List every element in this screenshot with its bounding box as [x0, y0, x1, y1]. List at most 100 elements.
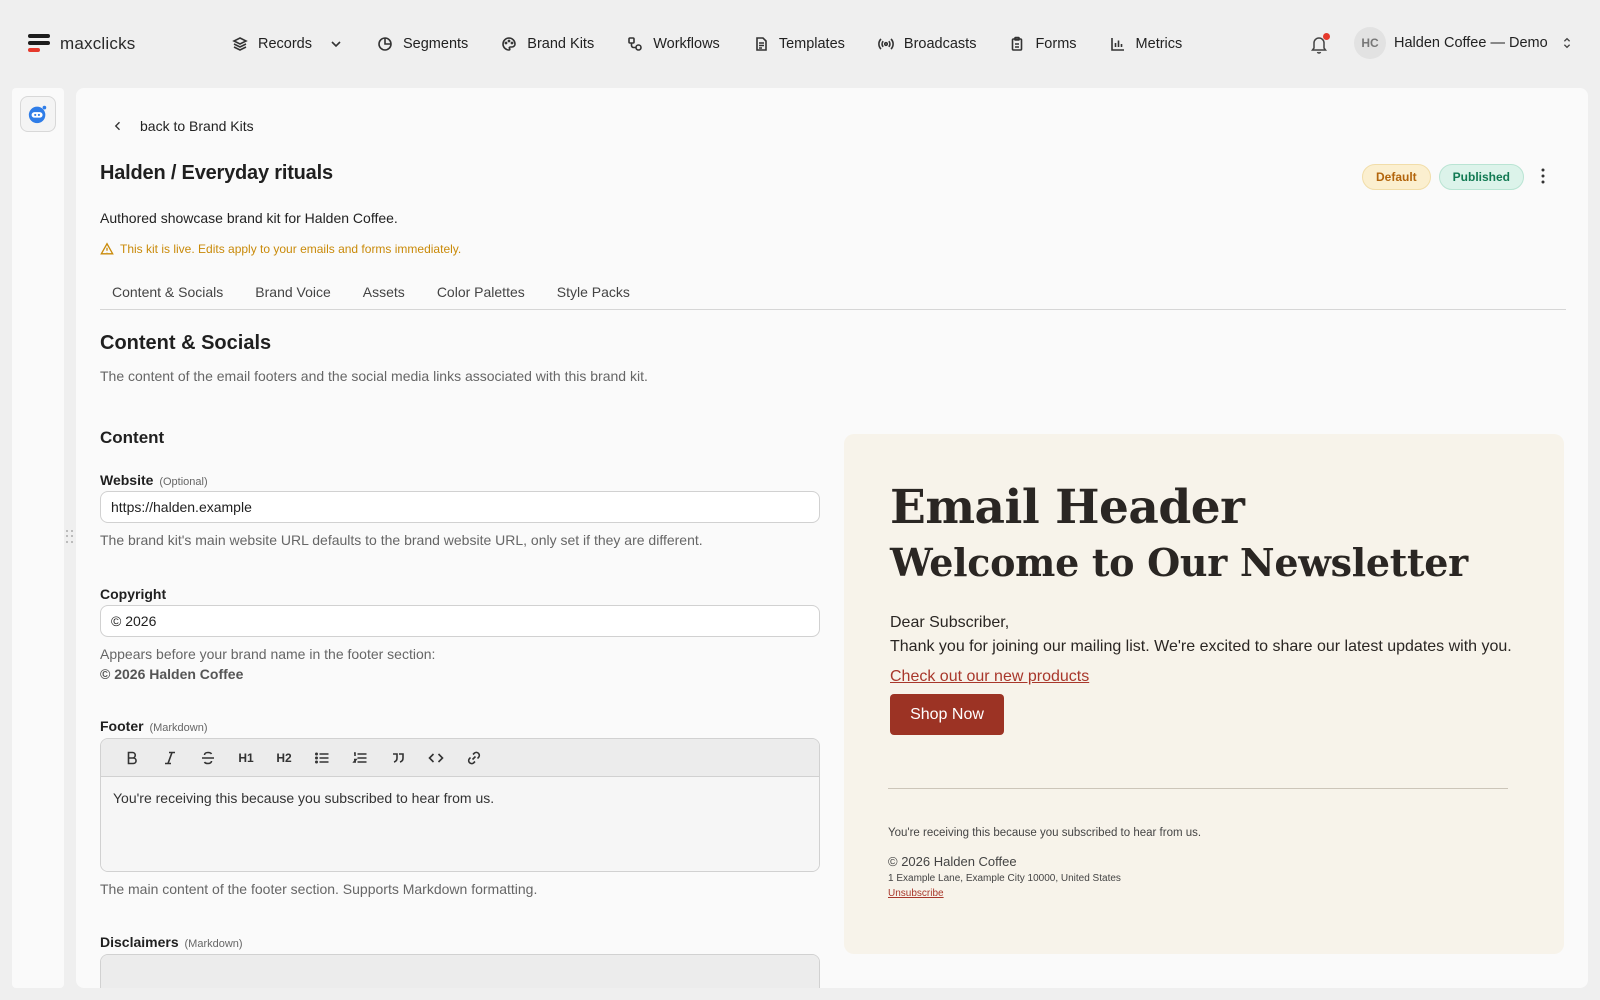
code-icon — [428, 752, 444, 763]
chevron-left-icon — [114, 121, 120, 131]
document-icon — [756, 37, 767, 51]
tab-brand-voice[interactable]: Brand Voice — [243, 274, 343, 309]
numbered-list-icon — [352, 751, 367, 763]
preview-copyright: © 2026 Halden Coffee — [888, 854, 1017, 869]
status-badges: Default Published — [1362, 164, 1525, 190]
code-button[interactable] — [417, 744, 455, 772]
nav-records[interactable]: Records — [232, 32, 344, 56]
heading1-button[interactable]: H1 — [227, 744, 265, 772]
more-options-button[interactable] — [1536, 166, 1550, 186]
chevron-updown-icon — [1563, 37, 1570, 49]
app-logo[interactable]: maxclicks — [28, 34, 135, 54]
copyright-label: Copyright — [100, 586, 166, 602]
warning-icon — [100, 242, 114, 255]
bot-icon — [28, 105, 47, 124]
nav-label: Brand Kits — [527, 36, 595, 52]
disclaimers-editor — [100, 954, 820, 988]
bullet-list-icon — [314, 751, 329, 764]
section-title: Content & Socials — [100, 332, 272, 354]
account-switcher[interactable]: HC Halden Coffee — Demo — [1354, 27, 1574, 59]
published-badge: Published — [1438, 164, 1525, 190]
nav-workflows[interactable]: Workflows — [627, 32, 720, 56]
tab-color-palettes[interactable]: Color Palettes — [425, 274, 537, 309]
preview-address: 1 Example Lane, Example City 10000, Unit… — [888, 873, 1121, 884]
nav-templates[interactable]: Templates — [753, 32, 845, 56]
notification-dot — [1323, 33, 1330, 40]
italic-button[interactable] — [151, 744, 189, 772]
nav-metrics[interactable]: Metrics — [1110, 32, 1183, 56]
optional-tag: (Optional) — [159, 476, 208, 488]
email-preview: Email Header Welcome to Our Newsletter D… — [844, 434, 1564, 954]
chevron-down-icon[interactable] — [328, 36, 344, 52]
section-subtitle: The content of the email footers and the… — [100, 368, 648, 384]
website-label: Website (Optional) — [100, 472, 208, 488]
pie-icon — [378, 37, 392, 51]
copyright-example-text: © 2026 Halden Coffee — [100, 666, 244, 682]
preview-link[interactable]: Check out our new products — [890, 668, 1089, 686]
markdown-tag: (Markdown) — [184, 938, 243, 950]
nav-label: Broadcasts — [903, 36, 977, 52]
nav-label: Forms — [1035, 36, 1077, 52]
bullet-list-button[interactable] — [303, 744, 341, 772]
nav-label: Workflows — [653, 36, 720, 52]
numbered-list-button[interactable] — [341, 744, 379, 772]
website-input[interactable]: https://halden.example — [100, 491, 820, 523]
heading2-button[interactable]: H2 — [265, 744, 303, 772]
copyright-label-text: Copyright — [100, 586, 167, 602]
default-badge: Default — [1362, 164, 1431, 190]
website-label-text: Website — [100, 472, 154, 488]
copyright-example: © 2026 Halden Coffee — [100, 666, 243, 682]
notifications-button[interactable] — [1310, 33, 1330, 54]
nav-broadcasts[interactable]: Broadcasts — [878, 32, 977, 56]
unsubscribe-link[interactable]: Unsubscribe — [888, 888, 944, 899]
preview-footer-text: You're receiving this because you subscr… — [888, 827, 1202, 839]
page-title: Halden / Everyday rituals — [100, 162, 333, 184]
account-name: Halden Coffee — Demo — [1394, 35, 1548, 51]
kit-description: Authored showcase brand kit for Halden C… — [100, 210, 398, 226]
copyright-help: Appears before your brand name in the fo… — [100, 646, 436, 662]
website-help: The brand kit's main website URL default… — [100, 532, 703, 548]
assistant-button[interactable] — [20, 96, 56, 132]
footer-editor-content[interactable]: You're receiving this because you subscr… — [101, 777, 819, 871]
shop-now-button[interactable]: Shop Now — [890, 694, 1004, 735]
broadcast-icon — [878, 38, 894, 50]
footer-help: The main content of the footer section. … — [100, 881, 538, 897]
editor-toolbar — [101, 955, 819, 988]
bold-icon — [127, 751, 137, 764]
copyright-input[interactable]: © 2026 — [100, 605, 820, 637]
quote-button[interactable] — [379, 744, 417, 772]
tab-style-packs[interactable]: Style Packs — [545, 274, 642, 309]
main-nav: Records Segments Brand Kits Workflows Te… — [232, 32, 1215, 56]
disclaimers-label-text: Disclaimers — [100, 934, 179, 950]
quote-icon — [393, 752, 404, 763]
strikethrough-button[interactable] — [189, 744, 227, 772]
link-button[interactable] — [455, 744, 493, 772]
tab-assets[interactable]: Assets — [351, 274, 417, 309]
preview-divider — [888, 788, 1508, 789]
editor-toolbar: H1 H2 — [101, 739, 819, 777]
clipboard-icon — [1012, 36, 1023, 51]
resize-handle[interactable] — [66, 530, 73, 544]
nav-segments[interactable]: Segments — [377, 32, 468, 56]
nav-label: Metrics — [1135, 36, 1183, 52]
preview-header: Email Header — [890, 480, 1245, 535]
back-link[interactable]: back to Brand Kits — [112, 118, 254, 134]
live-warning: This kit is live. Edits apply to your em… — [100, 242, 461, 256]
footer-label: Footer (Markdown) — [100, 718, 208, 734]
preview-greeting: Dear Subscriber, — [890, 614, 1010, 631]
nav-forms[interactable]: Forms — [1009, 32, 1077, 56]
left-rail — [12, 88, 64, 988]
main-panel: back to Brand Kits Halden / Everyday rit… — [76, 88, 1588, 988]
link-icon — [467, 751, 481, 764]
workflow-icon — [628, 37, 643, 51]
preview-body: Thank you for joining our mailing list. … — [890, 638, 1512, 655]
app-name: maxclicks — [60, 34, 136, 53]
nav-label: Records — [258, 36, 312, 52]
tab-content-socials[interactable]: Content & Socials — [100, 274, 235, 309]
bold-button[interactable] — [113, 744, 151, 772]
disclaimers-label: Disclaimers (Markdown) — [100, 934, 243, 950]
top-bar: maxclicks Records Segments Brand Kits Wo… — [0, 0, 1600, 88]
nav-brand-kits[interactable]: Brand Kits — [501, 32, 594, 56]
tab-bar: Content & Socials Brand Voice Assets Col… — [100, 274, 1566, 310]
palette-icon — [502, 37, 517, 51]
